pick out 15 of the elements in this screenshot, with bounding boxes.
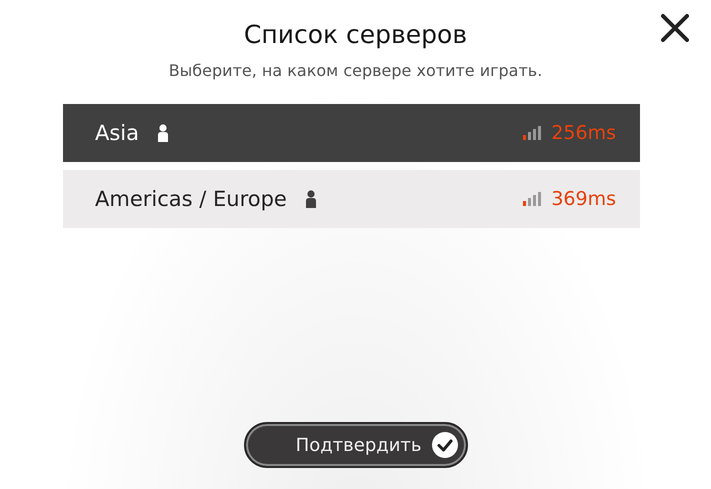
person-icon xyxy=(157,124,170,142)
server-name: Asia xyxy=(95,121,140,145)
server-row[interactable]: Asia 256ms xyxy=(63,104,640,162)
ping-value: 369ms xyxy=(551,188,616,210)
person-icon xyxy=(304,190,317,208)
ping-value: 256ms xyxy=(551,122,616,144)
close-icon[interactable] xyxy=(659,12,691,44)
signal-icon xyxy=(523,192,542,206)
signal-icon xyxy=(523,126,542,140)
dialog-title: Список серверов xyxy=(244,20,468,49)
confirm-button[interactable]: Подтвердить xyxy=(244,422,468,468)
server-name: Americas / Europe xyxy=(95,187,287,211)
checkmark-icon xyxy=(432,432,458,458)
server-row[interactable]: Americas / Europe 369ms xyxy=(63,170,640,228)
dialog-subtitle: Выберите, на каком сервере хотите играть. xyxy=(168,61,542,80)
